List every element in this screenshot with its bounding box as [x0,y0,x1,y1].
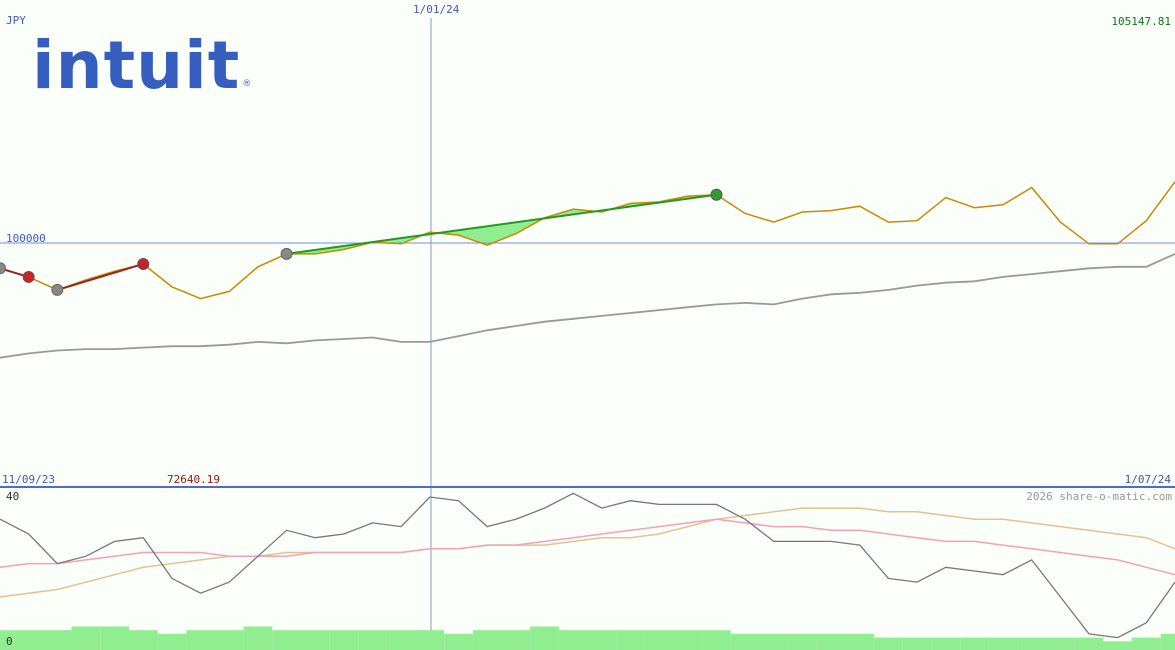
volume-bar-28 [788,633,817,650]
volume-bar-17 [472,630,502,650]
volume-bar-14 [386,630,416,650]
trade-entry-marker-2 [280,247,293,260]
volume-bar-22 [616,630,645,650]
volume-bar-31 [874,637,903,650]
trade-entry-marker-1 [51,283,64,296]
volume-bar-36 [1017,637,1047,650]
volume-bar-11 [300,630,330,650]
volume-bar-1 [14,630,44,650]
price-line [0,181,1175,300]
volume-bar-6 [157,633,187,650]
date-marker-label: 1/01/24 [413,3,460,16]
average-line [0,253,1175,359]
volume-bar-25 [702,630,731,650]
volume-bar-16 [444,633,473,650]
reference-level-label: 100000 [6,232,46,245]
oscillator-main-line [0,492,1175,639]
volume-bar-37 [1046,637,1075,650]
volume-bar-10 [272,630,301,650]
volume-bar-24 [673,630,703,650]
volume-bar-2 [43,630,72,650]
volume-bar-33 [931,637,961,650]
trade-line-loss-1 [57,262,144,291]
trade-exit-marker-1 [137,257,150,270]
low-value-label: 72640.19 [167,473,220,486]
volume-bar-29 [816,633,846,650]
oscillator-top-label: 40 [6,490,20,503]
volume-bar-4 [100,626,129,650]
start-date-label: 11/09/23 [2,473,55,486]
end-date-label: 1/07/24 [1124,473,1171,486]
volume-bar-18 [501,630,531,650]
last-value-label: 105147.81 [1111,15,1171,28]
volume-bar-23 [644,630,674,650]
volume-bar-32 [902,637,932,650]
volume-bar-35 [988,637,1018,650]
oscillator-bottom-label: 0 [6,635,13,648]
trade-entry-marker-0 [0,262,6,275]
intuit-logo: intuit ® [32,27,253,104]
currency-label: JPY [6,14,26,27]
volume-bar-9 [243,626,273,650]
volume-bar-12 [329,630,359,650]
volume-bars [0,626,1175,650]
trade-exit-marker-0 [22,270,35,283]
volume-bar-20 [558,630,588,650]
volume-bar-3 [71,626,101,650]
volume-bar-26 [730,633,760,650]
volume-bar-15 [415,630,445,650]
trade-markers [0,188,723,296]
series-lines [0,181,1175,639]
volume-bar-21 [587,630,617,650]
oscillator-fast-line [0,518,1175,576]
volume-bar-39 [1103,641,1133,650]
volume-bar-13 [358,630,387,650]
volume-bar-34 [960,637,989,650]
volume-bar-5 [129,630,158,650]
volume-bar-19 [530,626,559,650]
volume-bar-41 [1160,633,1175,650]
volume-bar-27 [759,633,789,650]
volume-bar-38 [1074,637,1104,650]
trade-line-gain-2 [286,193,717,255]
volume-bar-40 [1132,637,1161,650]
watermark: 2026 share-o-matic.com [1026,490,1172,503]
volume-bar-7 [186,630,215,650]
volume-bar-30 [845,633,875,650]
volume-bar-8 [214,630,244,650]
trade-exit-marker-2 [710,188,723,201]
